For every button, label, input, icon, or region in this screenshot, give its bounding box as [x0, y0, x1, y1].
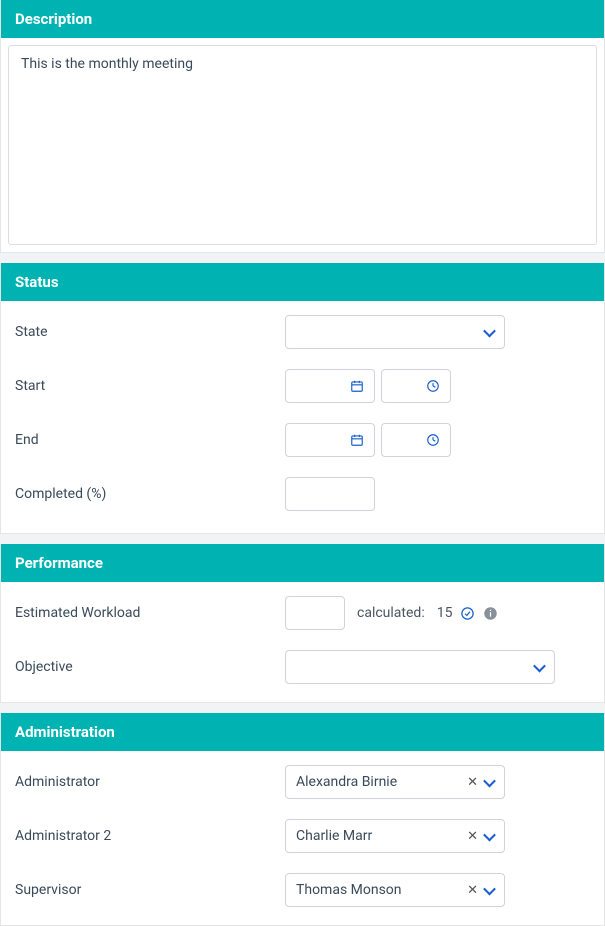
end-label: End	[15, 432, 285, 448]
completed-label: Completed (%)	[15, 486, 285, 502]
calculated-label: calculated:	[357, 605, 425, 621]
end-date-input[interactable]	[285, 423, 375, 457]
calculated-value: 15	[437, 605, 453, 621]
state-select[interactable]	[285, 315, 505, 349]
completed-row: Completed (%)	[15, 477, 590, 511]
description-header: Description	[1, 0, 604, 38]
state-label: State	[15, 324, 285, 340]
start-label: Start	[15, 378, 285, 394]
info-icon[interactable]	[483, 606, 498, 621]
performance-header: Performance	[1, 544, 604, 582]
objective-row: Objective	[15, 650, 590, 684]
workload-label: Estimated Workload	[15, 605, 285, 621]
clock-icon	[426, 379, 440, 393]
end-time-input[interactable]	[381, 423, 451, 457]
administrator2-row: Administrator 2 Charlie Marr ✕	[15, 819, 590, 853]
administration-panel: Administration Administrator Alexandra B…	[0, 713, 605, 926]
chevron-down-icon	[484, 777, 494, 787]
clock-icon	[426, 433, 440, 447]
clear-icon[interactable]: ✕	[467, 884, 478, 897]
supervisor-row: Supervisor Thomas Monson ✕	[15, 873, 590, 907]
calendar-icon	[350, 433, 364, 447]
chevron-down-icon	[484, 327, 494, 337]
administrator-row: Administrator Alexandra Birnie ✕	[15, 765, 590, 799]
chevron-down-icon	[484, 831, 494, 841]
state-row: State	[15, 315, 590, 349]
administration-header: Administration	[1, 713, 604, 751]
administrator2-select[interactable]: Charlie Marr ✕	[285, 819, 505, 853]
status-header: Status	[1, 263, 604, 301]
supervisor-select[interactable]: Thomas Monson ✕	[285, 873, 505, 907]
completed-input[interactable]	[285, 477, 375, 511]
start-time-input[interactable]	[381, 369, 451, 403]
start-date-input[interactable]	[285, 369, 375, 403]
chevron-down-icon	[484, 885, 494, 895]
workload-row: Estimated Workload calculated: 15	[15, 596, 590, 630]
description-textarea[interactable]: This is the monthly meeting	[8, 45, 597, 245]
end-row: End	[15, 423, 590, 457]
administrator-label: Administrator	[15, 774, 285, 790]
objective-select[interactable]	[285, 650, 555, 684]
administrator-select[interactable]: Alexandra Birnie ✕	[285, 765, 505, 799]
clear-icon[interactable]: ✕	[467, 830, 478, 843]
supervisor-label: Supervisor	[15, 882, 285, 898]
start-row: Start	[15, 369, 590, 403]
description-panel: Description This is the monthly meeting	[0, 0, 605, 253]
chevron-down-icon	[534, 662, 544, 672]
supervisor-value: Thomas Monson	[296, 882, 402, 898]
workload-input[interactable]	[285, 596, 345, 630]
status-panel: Status State Start	[0, 263, 605, 534]
objective-label: Objective	[15, 659, 285, 675]
performance-panel: Performance Estimated Workload calculate…	[0, 544, 605, 703]
administrator2-value: Charlie Marr	[296, 828, 372, 844]
administrator-value: Alexandra Birnie	[296, 774, 397, 790]
calendar-icon	[350, 379, 364, 393]
apply-calculated-icon[interactable]	[460, 606, 475, 621]
administrator2-label: Administrator 2	[15, 828, 285, 844]
clear-icon[interactable]: ✕	[467, 776, 478, 789]
